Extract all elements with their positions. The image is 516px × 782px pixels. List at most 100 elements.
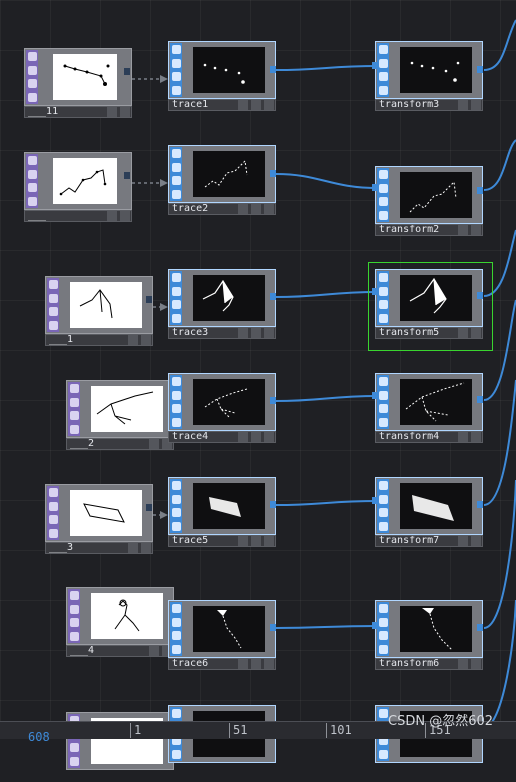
output-plug[interactable]: [270, 293, 276, 300]
input-plug[interactable]: [372, 62, 378, 69]
top-node-transform6[interactable]: transform6: [375, 600, 483, 670]
viewer-icon[interactable]: [378, 313, 388, 323]
flag-icon[interactable]: [238, 432, 248, 442]
flag-icon[interactable]: [264, 328, 274, 338]
pencil-icon[interactable]: [171, 494, 181, 504]
flag-icon[interactable]: [458, 432, 468, 442]
flag-icon[interactable]: [251, 536, 261, 546]
flag-icon[interactable]: [458, 328, 468, 338]
info-icon[interactable]: [378, 709, 388, 719]
info-icon[interactable]: [378, 377, 388, 387]
viewer-icon[interactable]: [378, 749, 388, 759]
viewer-icon[interactable]: [171, 521, 181, 531]
flag-icon[interactable]: [149, 439, 159, 449]
pencil-icon[interactable]: [171, 390, 181, 400]
pencil-icon[interactable]: [171, 617, 181, 627]
top-node-partial[interactable]: [168, 705, 276, 775]
top-node-trace6[interactable]: trace6: [168, 600, 276, 670]
pencil-icon[interactable]: [378, 617, 388, 627]
viewer-icon[interactable]: [378, 417, 388, 427]
viewer-icon[interactable]: [171, 189, 181, 199]
arrow-icon[interactable]: [48, 515, 58, 525]
pencil-icon[interactable]: [69, 397, 79, 407]
flag-icon[interactable]: [264, 100, 274, 110]
flag-icon[interactable]: [458, 659, 468, 669]
output-plug[interactable]: [477, 66, 483, 73]
flag-icon[interactable]: [264, 536, 274, 546]
info-icon[interactable]: [69, 384, 79, 394]
viewer-icon[interactable]: [69, 424, 79, 434]
info-icon[interactable]: [171, 604, 181, 614]
output-plug[interactable]: [270, 397, 276, 404]
viewer-icon[interactable]: [171, 644, 181, 654]
arrow-icon[interactable]: [48, 307, 58, 317]
flag-icon[interactable]: [251, 328, 261, 338]
output-plug[interactable]: [124, 172, 130, 179]
info-icon[interactable]: [171, 709, 181, 719]
output-plug[interactable]: [146, 504, 152, 511]
pencil-icon[interactable]: [171, 58, 181, 68]
output-plug[interactable]: [146, 296, 152, 303]
pencil-icon[interactable]: [48, 293, 58, 303]
top-node-trace5[interactable]: trace5: [168, 477, 276, 547]
flag-icon[interactable]: [120, 107, 130, 117]
dat-node-11[interactable]: ___11: [24, 48, 132, 118]
arrow-icon[interactable]: [171, 300, 181, 310]
flag-icon[interactable]: [458, 536, 468, 546]
arrow-icon[interactable]: [378, 404, 388, 414]
output-plug[interactable]: [270, 501, 276, 508]
pencil-icon[interactable]: [27, 169, 37, 179]
flag-icon[interactable]: [471, 432, 481, 442]
flag-icon[interactable]: [238, 100, 248, 110]
flag-icon[interactable]: [458, 100, 468, 110]
flag-icon[interactable]: [251, 100, 261, 110]
dat-node-1[interactable]: ___1: [45, 276, 153, 346]
info-icon[interactable]: [378, 604, 388, 614]
arrow-icon[interactable]: [378, 631, 388, 641]
arrow-icon[interactable]: [378, 300, 388, 310]
arrow-icon[interactable]: [69, 618, 79, 628]
pencil-icon[interactable]: [27, 65, 37, 75]
top-node-transform7[interactable]: transform7: [375, 477, 483, 547]
pencil-icon[interactable]: [378, 58, 388, 68]
flag-icon[interactable]: [471, 225, 481, 235]
flag-icon[interactable]: [238, 659, 248, 669]
input-plug[interactable]: [372, 622, 378, 629]
pencil-icon[interactable]: [378, 390, 388, 400]
pencil-icon[interactable]: [171, 162, 181, 172]
viewer-icon[interactable]: [48, 528, 58, 538]
top-node-transform2[interactable]: transform2: [375, 166, 483, 236]
top-node-transform3[interactable]: transform3: [375, 41, 483, 111]
arrow-icon[interactable]: [378, 197, 388, 207]
output-plug[interactable]: [477, 624, 483, 631]
flag-icon[interactable]: [149, 646, 159, 656]
flag-icon[interactable]: [120, 211, 130, 221]
viewer-icon[interactable]: [171, 417, 181, 427]
info-icon[interactable]: [27, 156, 37, 166]
top-node-transform4[interactable]: transform4: [375, 373, 483, 443]
pencil-icon[interactable]: [378, 183, 388, 193]
viewer-icon[interactable]: [378, 210, 388, 220]
flag-icon[interactable]: [141, 543, 151, 553]
pencil-icon[interactable]: [48, 501, 58, 511]
pencil-icon[interactable]: [171, 286, 181, 296]
output-plug[interactable]: [477, 187, 483, 194]
flag-icon[interactable]: [238, 204, 248, 214]
output-plug[interactable]: [270, 624, 276, 631]
viewer-icon[interactable]: [378, 644, 388, 654]
viewer-icon[interactable]: [378, 521, 388, 531]
info-icon[interactable]: [69, 591, 79, 601]
input-plug[interactable]: [372, 392, 378, 399]
info-icon[interactable]: [378, 45, 388, 55]
info-icon[interactable]: [48, 280, 58, 290]
dat-node-2[interactable]: ___2: [66, 380, 174, 450]
input-plug[interactable]: [372, 497, 378, 504]
flag-icon[interactable]: [264, 432, 274, 442]
info-icon[interactable]: [378, 481, 388, 491]
flag-icon[interactable]: [238, 536, 248, 546]
flag-icon[interactable]: [128, 543, 138, 553]
flag-icon[interactable]: [471, 328, 481, 338]
info-icon[interactable]: [171, 149, 181, 159]
arrow-icon[interactable]: [27, 183, 37, 193]
top-node-transform5[interactable]: transform5: [375, 269, 483, 339]
